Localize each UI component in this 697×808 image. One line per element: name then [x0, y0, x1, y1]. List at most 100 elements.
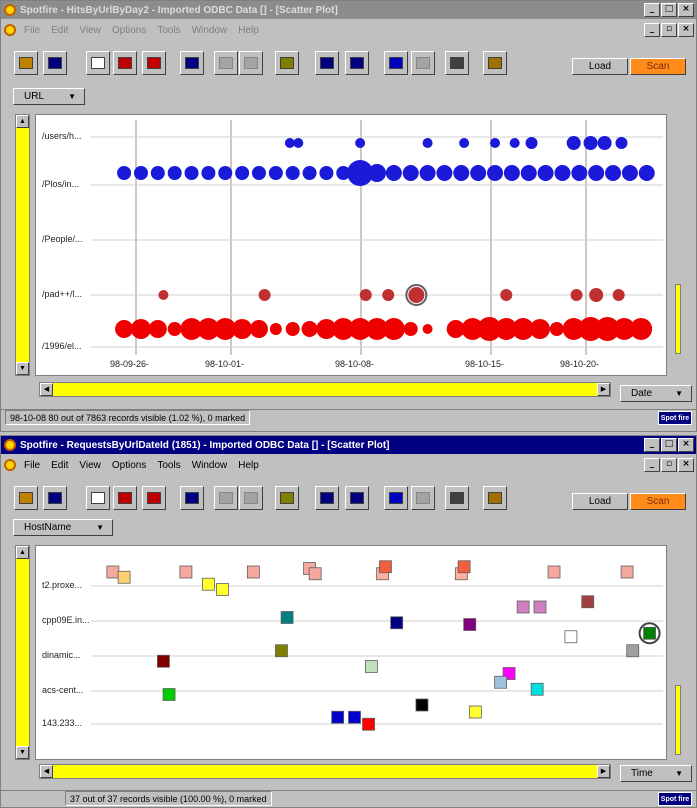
scatter-plot-area[interactable]: t2.proxe... cpp09E.in... dinamic... acs-cen…	[35, 545, 667, 760]
print-icon	[450, 57, 464, 69]
new-pie-button[interactable]	[142, 486, 166, 510]
menu-tools[interactable]: Tools	[157, 460, 180, 471]
open-button[interactable]	[14, 51, 38, 75]
doc-restore-button[interactable]: ▫	[661, 458, 677, 472]
doc-close-button[interactable]: ×	[678, 23, 694, 37]
query-device-button[interactable]	[275, 486, 299, 510]
menu-window[interactable]: Window	[192, 25, 228, 36]
doc-close-button[interactable]: ×	[678, 458, 694, 472]
scatter-plot-area[interactable]: /users/h... /Plos/in... /People/... /pad++/…	[35, 114, 667, 376]
save-button[interactable]	[43, 486, 67, 510]
data-point	[379, 560, 392, 574]
right-range-bar[interactable]	[675, 685, 681, 755]
new-scatter-button[interactable]	[86, 51, 110, 75]
details-button[interactable]	[345, 51, 369, 75]
scan-button[interactable]: Scan	[630, 493, 686, 510]
scroll-down-button[interactable]: ▼	[16, 362, 29, 375]
zoom-button[interactable]	[239, 486, 263, 510]
copy-to-clipboard-button[interactable]	[384, 51, 408, 75]
data-point	[520, 165, 537, 181]
scroll-left-button[interactable]: ◀	[40, 383, 53, 396]
spotfire-app-icon[interactable]	[4, 439, 16, 451]
x-axis-selector[interactable]: Time ▼	[620, 765, 692, 782]
details-button[interactable]	[345, 486, 369, 510]
menu-options[interactable]: Options	[112, 460, 146, 471]
doc-minimize-button[interactable]: _	[644, 458, 660, 472]
copy-button[interactable]	[315, 51, 339, 75]
query-device-icon	[280, 57, 294, 69]
x-axis-range-slider[interactable]: ◀ ▶	[39, 382, 611, 397]
query-device-button[interactable]	[275, 51, 299, 75]
details-icon	[350, 492, 364, 504]
menu-options[interactable]: Options	[112, 25, 146, 36]
undo-button[interactable]	[214, 51, 238, 75]
y-axis-selector[interactable]: HostName ▼	[13, 519, 113, 536]
new-bar-button[interactable]	[113, 486, 137, 510]
maximize-button[interactable]: □	[661, 438, 677, 452]
data-point	[630, 318, 653, 340]
menu-file[interactable]: File	[24, 25, 40, 36]
menu-help[interactable]: Help	[238, 25, 259, 36]
right-range-bar[interactable]	[675, 284, 681, 354]
print-button[interactable]	[445, 486, 469, 510]
window-controls: _ □ ×	[644, 3, 694, 17]
menu-tools[interactable]: Tools	[157, 25, 180, 36]
save-button[interactable]	[43, 51, 67, 75]
title-bar[interactable]: Spotfire - HitsByUrlByDay2 - Imported OD…	[1, 1, 696, 19]
copy-to-clipboard-button[interactable]	[384, 486, 408, 510]
maximize-button[interactable]: □	[661, 3, 677, 17]
spotfire-app-icon[interactable]	[4, 4, 16, 16]
data-point	[302, 166, 317, 180]
y-axis-selector[interactable]: URL ▼	[13, 88, 85, 105]
scroll-up-button[interactable]: ▲	[16, 115, 29, 128]
y-axis-range-slider[interactable]: ▲ ▼	[15, 545, 30, 760]
paste-button[interactable]	[411, 51, 435, 75]
copy-button[interactable]	[315, 486, 339, 510]
doc-restore-button[interactable]: ▫	[661, 23, 677, 37]
right-scroll-rail	[673, 114, 683, 376]
scroll-down-button[interactable]: ▼	[16, 746, 29, 759]
paste-button[interactable]	[411, 486, 435, 510]
load-button[interactable]: Load	[572, 58, 628, 75]
import-button[interactable]	[180, 51, 204, 75]
doc-minimize-button[interactable]: _	[644, 23, 660, 37]
open-button[interactable]	[14, 486, 38, 510]
minimize-button[interactable]: _	[644, 3, 660, 17]
undo-button[interactable]	[214, 486, 238, 510]
load-button[interactable]: Load	[572, 493, 628, 510]
y-tick-label: 143.233...	[42, 718, 83, 728]
close-button[interactable]: ×	[678, 438, 694, 452]
menu-window[interactable]: Window	[192, 460, 228, 471]
title-bar[interactable]: Spotfire - RequestsByUrlDateId (1851) - …	[1, 436, 696, 454]
menu-file[interactable]: File	[24, 460, 40, 471]
scroll-left-button[interactable]: ◀	[40, 765, 53, 778]
data-point	[390, 616, 404, 630]
minimize-button[interactable]: _	[644, 438, 660, 452]
scan-button[interactable]: Scan	[630, 58, 686, 75]
document-icon[interactable]	[4, 24, 16, 36]
scroll-up-button[interactable]: ▲	[16, 546, 29, 559]
zoom-button[interactable]	[239, 51, 263, 75]
help-button[interactable]	[483, 486, 507, 510]
document-icon[interactable]	[4, 459, 16, 471]
import-button[interactable]	[180, 486, 204, 510]
scroll-right-button[interactable]: ▶	[597, 765, 610, 778]
data-point	[368, 164, 386, 182]
menu-edit[interactable]: Edit	[51, 25, 68, 36]
menu-view[interactable]: View	[79, 25, 101, 36]
menu-edit[interactable]: Edit	[51, 460, 68, 471]
menu-help[interactable]: Help	[238, 460, 259, 471]
window-hits-by-url: Spotfire - HitsByUrlByDay2 - Imported OD…	[0, 0, 697, 432]
close-button[interactable]: ×	[678, 3, 694, 17]
window-title: Spotfire - HitsByUrlByDay2 - Imported OD…	[20, 4, 338, 16]
x-axis-range-slider[interactable]: ◀ ▶	[39, 764, 611, 779]
print-button[interactable]	[445, 51, 469, 75]
new-pie-button[interactable]	[142, 51, 166, 75]
x-axis-selector[interactable]: Date ▼	[620, 385, 692, 402]
new-bar-button[interactable]	[113, 51, 137, 75]
help-button[interactable]	[483, 51, 507, 75]
new-scatter-button[interactable]	[86, 486, 110, 510]
scroll-right-button[interactable]: ▶	[597, 383, 610, 396]
y-axis-range-slider[interactable]: ▲ ▼	[15, 114, 30, 376]
menu-view[interactable]: View	[79, 460, 101, 471]
